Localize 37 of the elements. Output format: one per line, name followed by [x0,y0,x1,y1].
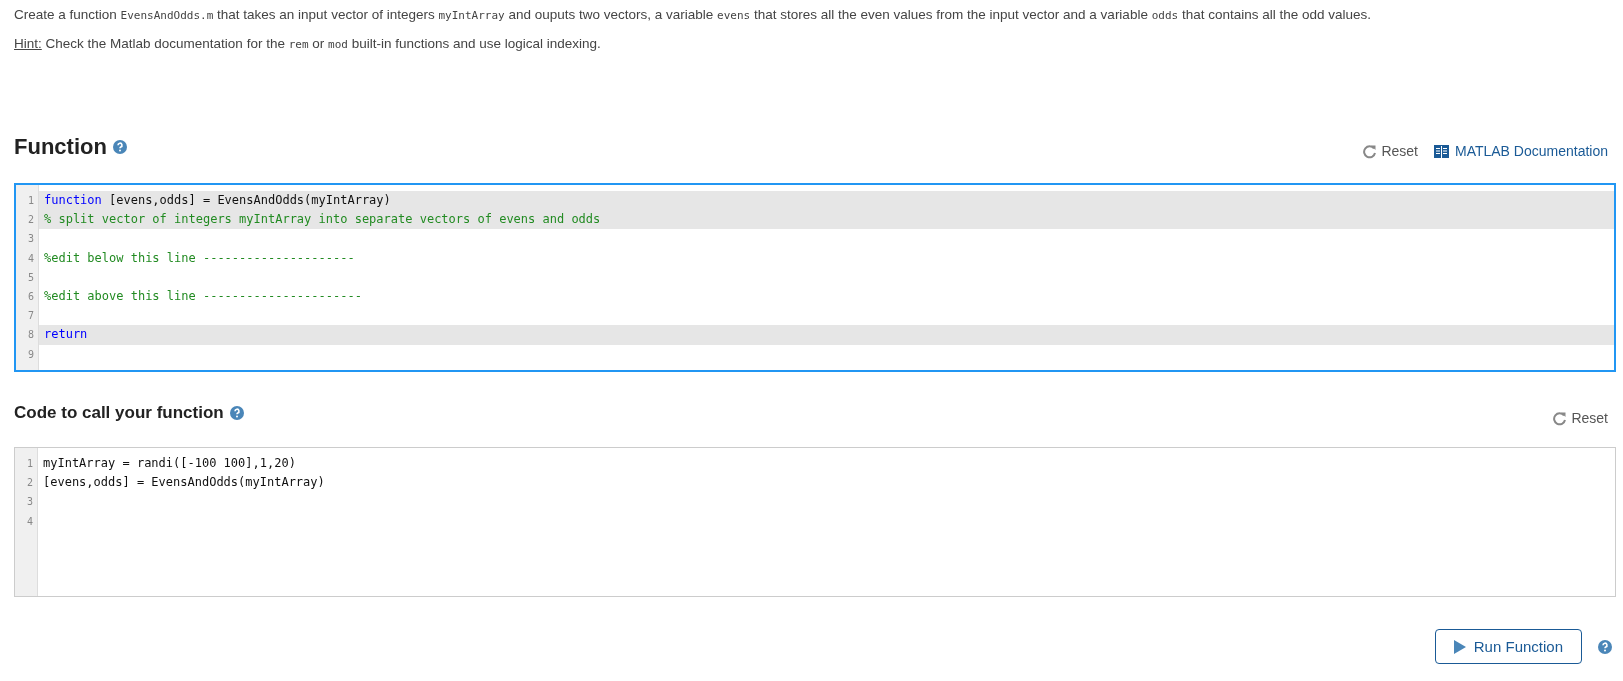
book-icon [1433,144,1449,158]
run-function-button[interactable]: Run Function [1434,629,1582,664]
line-number: 2 [26,213,35,228]
reset-link[interactable]: Reset [1552,410,1608,426]
line-number: 1 [26,194,35,208]
code-editor[interactable] [14,183,1616,372]
line-number: 1 [25,457,34,471]
section-title: Code to call your function [14,402,224,424]
line-number: 5 [26,270,35,285]
section-title: Function [14,133,107,161]
code-line: function [evens,odds] = EvensAndOdds(myIntArray) [44,193,391,207]
documentation-link[interactable]: MATLAB Documentation [1433,143,1608,159]
code-line: [evens,odds] = EvensAndOdds(myIntArray) [43,475,325,490]
code-line: %edit below this line --------------------- [44,250,355,265]
line-number: 3 [25,495,34,510]
help-icon [229,406,244,420]
problem-description: Create a function EvensAndOdds.m that takes an input vector of integers myIntArray and ouputs two vectors, a variable evens that stores all the even values from the input vector and a variable odds that contains all the odd values. [14,6,1373,24]
reset-link[interactable]: Reset [1362,143,1418,159]
line-number: 9 [26,347,35,362]
help-icon [112,140,127,154]
code-editor[interactable]: 1 2 3 4 myIntArray = randi([-100 100],1,20) [evens,odds] = EvensAndOdds(myIntArray) [14,447,1616,597]
code-line: myIntArray = randi([-100 100],1,20) [43,456,296,470]
line-number: 7 [26,309,35,324]
line-number: 2 [25,476,34,491]
line-number: 6 [26,289,35,304]
line-number: 3 [26,232,35,247]
line-number: 8 [26,328,35,343]
play-icon [1453,639,1466,654]
line-number: 4 [26,251,35,266]
help-icon [1598,639,1612,654]
code-line: return [44,327,88,342]
reset-icon [1552,410,1568,426]
code-line: % split vector of integers myIntArray into separate vectors of evens and odds [44,212,601,227]
line-number: 4 [25,514,34,529]
code-line: %edit above this line ---------------------- [44,288,362,303]
reset-icon [1362,143,1378,159]
hint-text: Hint: Check the Matlab documentation for the rem or mod built-in functions and use logical indexing. [14,35,602,53]
